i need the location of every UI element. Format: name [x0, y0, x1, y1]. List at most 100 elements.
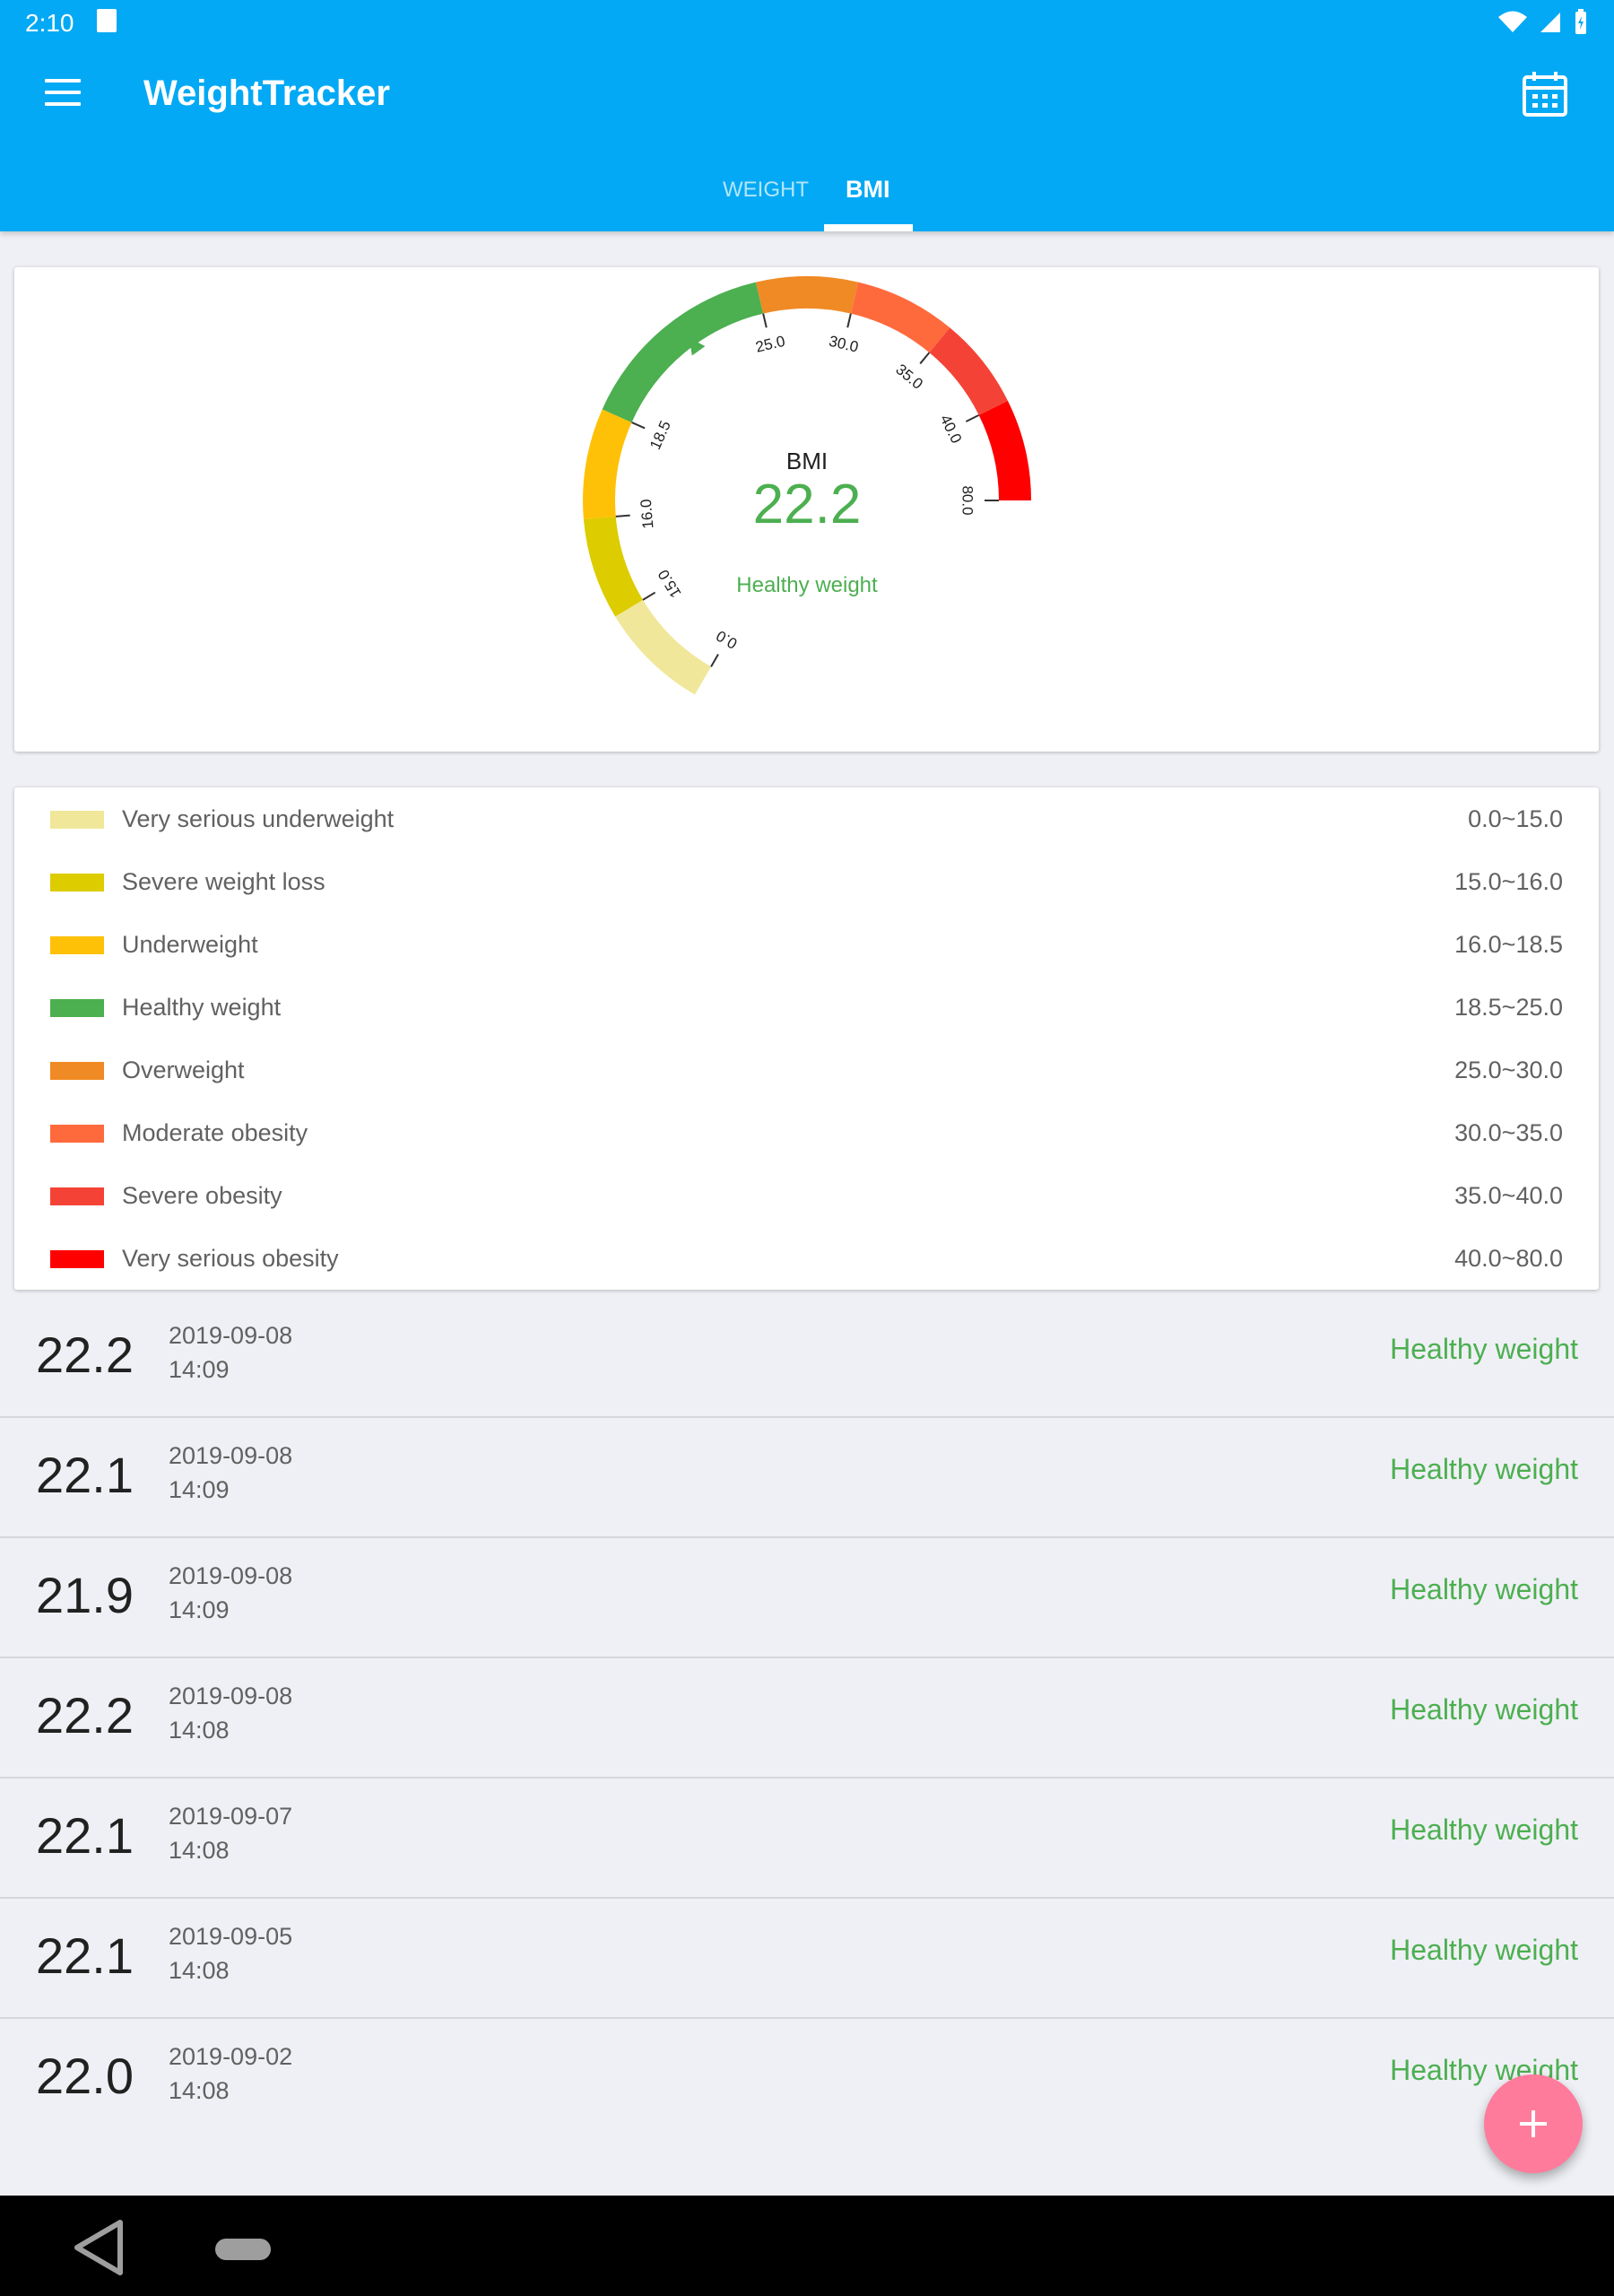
- history-date: 2019-09-08: [169, 1442, 293, 1469]
- add-entry-button[interactable]: [1484, 2074, 1583, 2173]
- legend-swatch: [50, 874, 104, 891]
- legend-range: 40.0~80.0: [1454, 1245, 1563, 1272]
- divider: [0, 1416, 1614, 1418]
- gauge-segment: [850, 282, 950, 353]
- gauge-tick-label: 35.0: [892, 361, 926, 393]
- history-row[interactable]: 21.9 2019-09-08 14:09 Healthy weight: [0, 1539, 1614, 1658]
- app-title: WeightTracker: [143, 74, 390, 113]
- tab-bmi[interactable]: BMI: [846, 176, 890, 204]
- history-status: Healthy weight: [1390, 1453, 1578, 1485]
- gauge-tick-label: 15.0: [655, 567, 684, 601]
- history-time: 14:08: [169, 2077, 230, 2104]
- tab-bar: WEIGHT BMI: [0, 161, 1614, 231]
- history-value: 22.2: [36, 1326, 134, 1383]
- legend-item: Very serious obesity 40.0~80.0: [14, 1227, 1599, 1290]
- history-date: 2019-09-08: [169, 1322, 293, 1349]
- history-status: Healthy weight: [1390, 1693, 1578, 1726]
- legend-item: Very serious underweight 0.0~15.0: [14, 787, 1599, 850]
- gauge-segment: [978, 400, 1031, 500]
- history-time: 14:08: [169, 1957, 230, 1984]
- tab-indicator: [824, 224, 913, 231]
- menu-icon[interactable]: [45, 79, 81, 106]
- legend-item: Overweight 25.0~30.0: [14, 1039, 1599, 1101]
- gauge-tick: [846, 313, 852, 328]
- divider: [0, 1657, 1614, 1658]
- gauge-segment: [583, 516, 643, 617]
- history-time: 14:09: [169, 1596, 230, 1623]
- gauge-tick: [762, 313, 768, 328]
- legend-label: Underweight: [122, 931, 258, 958]
- history-row[interactable]: 22.1 2019-09-07 14:08 Healthy weight: [0, 1779, 1614, 1899]
- legend-swatch: [50, 999, 104, 1017]
- history-date: 2019-09-02: [169, 2043, 293, 2070]
- gauge-tick: [710, 653, 719, 667]
- legend-label: Healthy weight: [122, 994, 282, 1021]
- calendar-icon[interactable]: [1521, 70, 1569, 118]
- sd-card-icon: [97, 9, 117, 32]
- history-status: Healthy weight: [1390, 1934, 1578, 1966]
- history-time: 14:09: [169, 1476, 230, 1503]
- gauge-value: 22.2: [753, 474, 862, 535]
- history-row[interactable]: 22.0 2019-09-02 14:08 Healthy weight: [0, 2020, 1614, 2139]
- legend-item: Healthy weight 18.5~25.0: [14, 976, 1599, 1039]
- history-datetime: 2019-09-05 14:08: [169, 1919, 292, 1987]
- divider: [0, 1777, 1614, 1779]
- home-icon[interactable]: [215, 2239, 271, 2260]
- legend-label: Overweight: [122, 1057, 245, 1083]
- legend-item: Underweight 16.0~18.5: [14, 913, 1599, 976]
- status-bar: 2:10: [0, 0, 1614, 45]
- bmi-gauge-card: 0.0 15.0 16.0 18.5 25.0 30.0 35.0 40.0 80.0 BMI …: [14, 267, 1599, 752]
- history-value: 22.0: [36, 2048, 134, 2104]
- history-row[interactable]: 22.1 2019-09-05 14:08 Healthy weight: [0, 1900, 1614, 2019]
- history-time: 14:08: [169, 1837, 230, 1864]
- history-value: 22.1: [36, 1927, 134, 1984]
- legend-range: 35.0~40.0: [1454, 1182, 1563, 1209]
- app-bar: 2:10 WeightTracker WEIGHT BMI: [0, 0, 1614, 231]
- legend-swatch: [50, 1187, 104, 1205]
- divider: [0, 2017, 1614, 2019]
- history-value: 22.1: [36, 1447, 134, 1503]
- history-row[interactable]: 22.2 2019-09-08 14:09 Healthy weight: [0, 1299, 1614, 1418]
- battery-icon: [1575, 9, 1586, 34]
- history-value: 22.2: [36, 1687, 134, 1744]
- divider: [0, 1897, 1614, 1899]
- history-datetime: 2019-09-08 14:08: [169, 1679, 292, 1747]
- legend-range: 30.0~35.0: [1454, 1119, 1563, 1146]
- gauge-segment: [615, 599, 711, 695]
- gauge-segment: [929, 327, 1008, 415]
- legend-item: Severe obesity 35.0~40.0: [14, 1164, 1599, 1227]
- history-datetime: 2019-09-08 14:09: [169, 1559, 292, 1627]
- gauge-segment: [755, 276, 859, 314]
- history-date: 2019-09-08: [169, 1683, 293, 1709]
- history-row[interactable]: 22.2 2019-09-08 14:08 Healthy weight: [0, 1659, 1614, 1779]
- history-row[interactable]: 22.1 2019-09-08 14:09 Healthy weight: [0, 1419, 1614, 1538]
- history-value: 21.9: [36, 1567, 134, 1623]
- gauge-tick: [965, 413, 980, 422]
- history-datetime: 2019-09-08 14:09: [169, 1318, 292, 1387]
- tab-weight[interactable]: WEIGHT: [723, 178, 809, 203]
- legend-swatch: [50, 1062, 104, 1080]
- legend-swatch: [50, 1250, 104, 1268]
- signal-icon: [1540, 13, 1560, 32]
- legend-label: Severe obesity: [122, 1182, 282, 1209]
- history-datetime: 2019-09-02 14:08: [169, 2039, 292, 2108]
- back-icon[interactable]: [70, 2217, 127, 2278]
- legend-range: 15.0~16.0: [1454, 868, 1563, 895]
- history-value: 22.1: [36, 1807, 134, 1864]
- status-time: 2:10: [25, 9, 74, 37]
- gauge-tick: [642, 591, 656, 601]
- gauge-segment: [582, 409, 632, 519]
- legend-swatch: [50, 811, 104, 829]
- legend-range: 18.5~25.0: [1454, 994, 1563, 1021]
- legend-swatch: [50, 936, 104, 954]
- gauge-tick-label: 18.5: [646, 418, 674, 452]
- gauge-tick-label: 0.0: [714, 627, 741, 652]
- history-datetime: 2019-09-07 14:08: [169, 1799, 292, 1867]
- bmi-gauge: 0.015.016.018.525.0 30.035.040.080.0 BMI …: [582, 276, 1031, 695]
- wifi-icon: [1498, 11, 1527, 32]
- history-status: Healthy weight: [1390, 1573, 1578, 1605]
- status-icons: [1497, 9, 1589, 36]
- gauge-tick: [919, 352, 931, 365]
- history-date: 2019-09-08: [169, 1562, 293, 1589]
- legend-label: Severe weight loss: [122, 868, 325, 895]
